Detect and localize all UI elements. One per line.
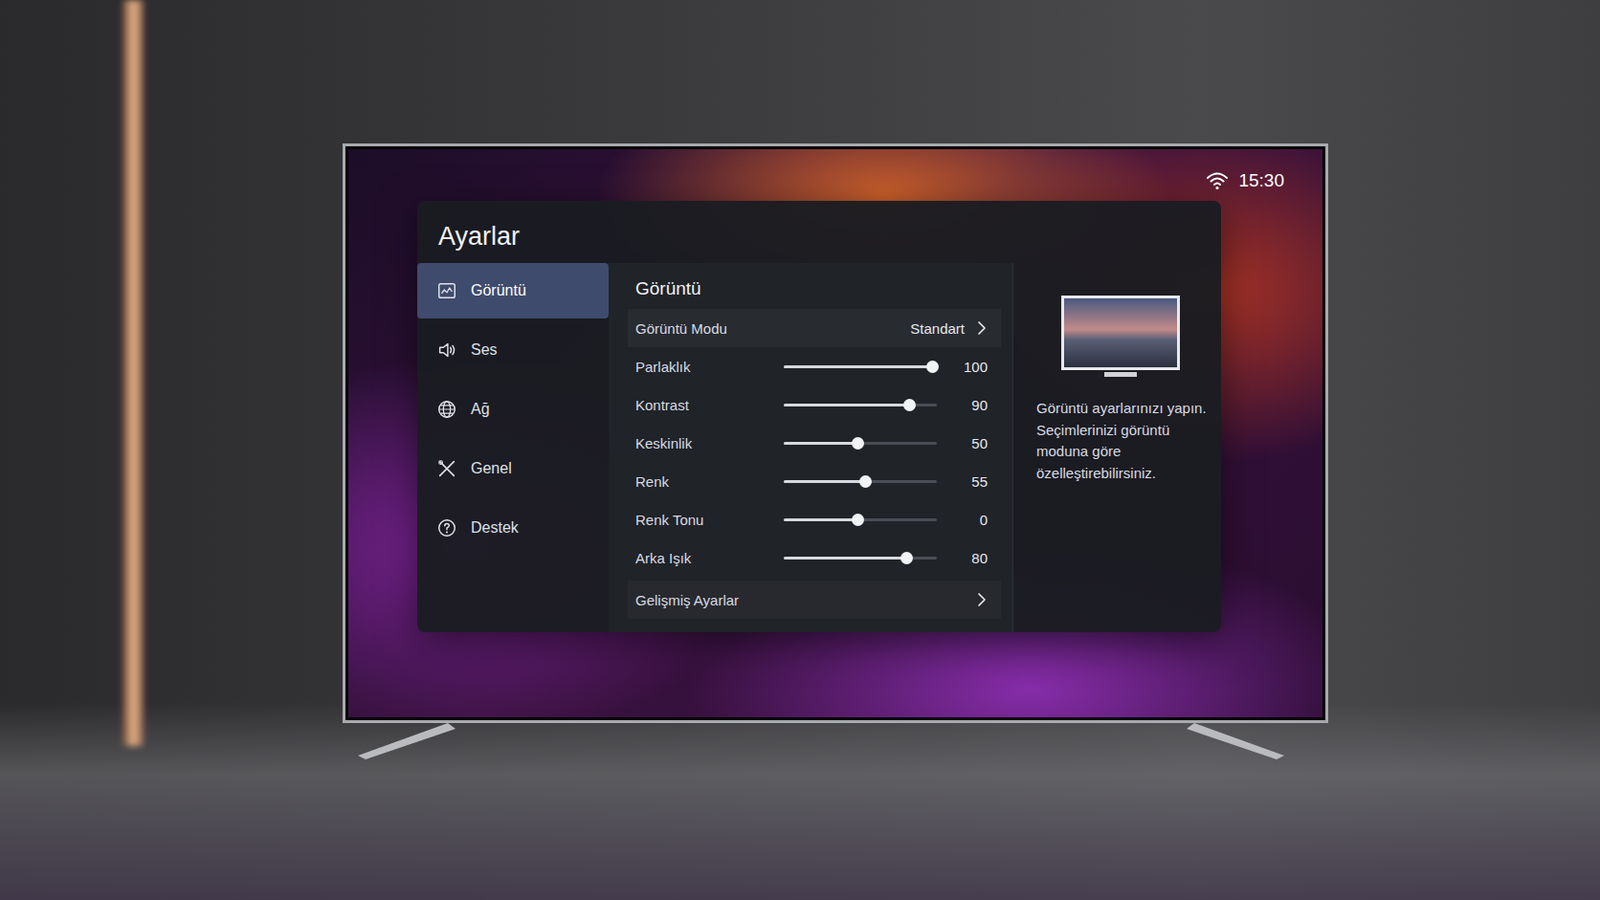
slider-fill	[783, 403, 910, 407]
slider-track[interactable]	[783, 518, 937, 522]
slider-fill	[783, 518, 858, 522]
slider-fill	[783, 442, 858, 445]
info-text: Görüntü ayarlarınızı yapın.	[1036, 398, 1207, 421]
slider-fill	[783, 480, 866, 484]
tv-stand	[342, 723, 1329, 762]
slider-value: 100	[936, 358, 994, 376]
tv-leg-icon	[1184, 723, 1290, 762]
wifi-icon	[1205, 169, 1229, 193]
slider-value: 55	[936, 473, 994, 490]
slider-row[interactable]: Renk55	[635, 462, 994, 501]
status-bar: 15:30	[417, 166, 1285, 196]
section-title: Görüntü	[635, 278, 994, 310]
speaker-icon	[436, 339, 458, 361]
globe-icon	[436, 399, 458, 421]
sidebar-item[interactable]: Ses	[417, 322, 609, 378]
preview-picture	[1061, 295, 1180, 378]
tv: 15:30AyarlarGörüntüSesAğGenelDestekGörün…	[342, 143, 1329, 724]
slider-value: 80	[936, 550, 994, 567]
sidebar-item[interactable]: Genel	[417, 441, 609, 497]
tv-screen: 15:30AyarlarGörüntüSesAğGenelDestekGörün…	[348, 149, 1323, 718]
slider-row[interactable]: Keskinlik50	[635, 423, 994, 463]
settings-panel: AyarlarGörüntüSesAğGenelDestekGörüntüGör…	[417, 200, 1222, 633]
slider-knob[interactable]	[859, 475, 872, 489]
info-text: Seçimlerinizi görüntü moduna göre özelle…	[1036, 420, 1207, 486]
slider-row[interactable]: Kontrast90	[635, 385, 994, 424]
sidebar-item[interactable]: Ağ	[417, 381, 609, 438]
slider-row[interactable]: Arka Işık80	[635, 538, 994, 578]
slider-knob[interactable]	[851, 513, 865, 527]
tv-leg-icon	[352, 723, 458, 762]
wall-light	[122, 0, 144, 747]
slider-track[interactable]	[783, 480, 937, 484]
image-icon	[436, 280, 458, 302]
slider-track[interactable]	[783, 403, 937, 407]
clock: 15:30	[1238, 170, 1285, 192]
select-value: Standart	[910, 320, 965, 337]
tv-unit: 15:30AyarlarGörüntüSesAğGenelDestekGörün…	[342, 0, 1329, 900]
room-scene: 15:30AyarlarGörüntüSesAğGenelDestekGörün…	[0, 0, 1600, 900]
sidebar: GörüntüSesAğGenelDestek	[417, 263, 609, 633]
help-icon	[436, 517, 458, 539]
chevron-right-icon	[976, 592, 988, 608]
slider-value: 50	[936, 435, 994, 452]
slider-row[interactable]: Renk Tonu0	[635, 500, 994, 539]
sidebar-item[interactable]: Destek	[417, 500, 609, 556]
picture-settings: GörüntüGörüntü ModuStandartParlaklık100K…	[608, 263, 1013, 633]
slider-fill	[783, 365, 933, 369]
slider-knob[interactable]	[851, 437, 865, 450]
slider-track[interactable]	[783, 556, 937, 560]
link-row[interactable]: Gelişmiş Ayarlar	[627, 580, 1001, 620]
info-panel: Görüntü ayarlarınızı yapın.Seçimlerinizi…	[1012, 263, 1222, 633]
slider-knob[interactable]	[900, 552, 913, 565]
panel-title: Ayarlar	[417, 200, 1222, 264]
slider-knob[interactable]	[926, 360, 939, 374]
slider-value: 90	[936, 397, 994, 414]
select-row[interactable]: Görüntü ModuStandart	[627, 309, 1001, 348]
chevron-right-icon	[976, 320, 988, 336]
slider-knob[interactable]	[903, 399, 916, 412]
slider-value: 0	[936, 511, 994, 529]
sidebar-item[interactable]: Görüntü	[417, 263, 609, 319]
slider-fill	[783, 556, 907, 560]
slider-track[interactable]	[783, 365, 937, 369]
slider-track[interactable]	[783, 442, 937, 445]
tools-icon	[436, 458, 458, 480]
slider-row[interactable]: Parlaklık100	[635, 347, 994, 386]
